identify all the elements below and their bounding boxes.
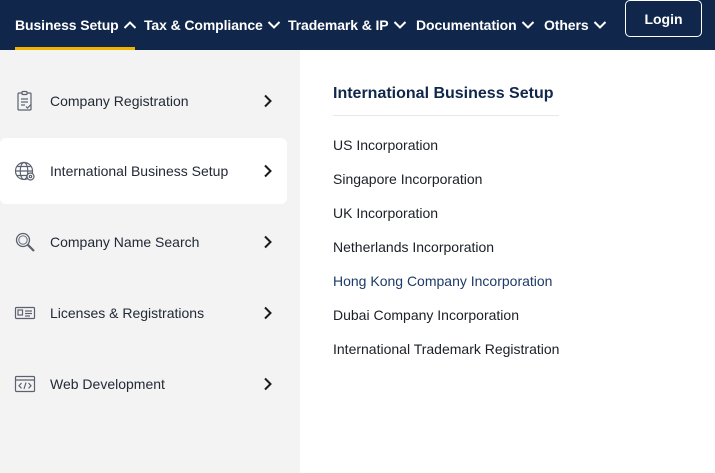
- chevron-right-icon: [262, 377, 274, 391]
- nav-others-label: Others: [544, 17, 589, 33]
- sidebar-item-company-name-search[interactable]: Company Name Search: [0, 209, 287, 275]
- chevron-down-icon: [593, 20, 607, 30]
- nav-documentation[interactable]: Documentation: [416, 0, 535, 50]
- chevron-down-icon: [521, 20, 535, 30]
- chevron-down-icon: [267, 20, 281, 30]
- nav-documentation-label: Documentation: [416, 17, 517, 33]
- link-us-incorporation[interactable]: US Incorporation: [333, 137, 438, 153]
- chevron-right-icon: [262, 235, 274, 249]
- sidebar-item-label: Company Registration: [50, 93, 189, 109]
- document-checklist-icon: [13, 89, 37, 113]
- nav-trademark-ip-label: Trademark & IP: [288, 17, 389, 33]
- nav-trademark-ip[interactable]: Trademark & IP: [288, 0, 407, 50]
- sidebar-item-international-business-setup[interactable]: International Business Setup: [0, 138, 287, 204]
- sidebar-item-web-development[interactable]: Web Development: [0, 351, 287, 417]
- nav-tax-compliance[interactable]: Tax & Compliance: [144, 0, 281, 50]
- nav-business-setup[interactable]: Business Setup: [15, 0, 137, 50]
- magnifier-icon: [13, 230, 37, 254]
- id-card-icon: [13, 301, 37, 325]
- link-international-trademark-registration[interactable]: International Trademark Registration: [333, 341, 559, 357]
- link-netherlands-incorporation[interactable]: Netherlands Incorporation: [333, 239, 494, 255]
- nav-others[interactable]: Others: [544, 0, 607, 50]
- sidebar-item-label: Web Development: [50, 376, 165, 392]
- sidebar-item-label: International Business Setup: [50, 163, 229, 179]
- link-uk-incorporation[interactable]: UK Incorporation: [333, 205, 438, 221]
- link-singapore-incorporation[interactable]: Singapore Incorporation: [333, 171, 482, 187]
- top-navbar: Business Setup Tax & Compliance Trademar…: [0, 0, 715, 50]
- chevron-right-icon: [262, 164, 274, 178]
- submenu-panel: International Business Setup US Incorpor…: [300, 67, 715, 473]
- sidebar-item-licenses-registrations[interactable]: Licenses & Registrations: [0, 280, 287, 346]
- submenu-sidebar: Company Registration International Busin…: [0, 50, 300, 473]
- sidebar-item-label: Licenses & Registrations: [50, 305, 205, 321]
- chevron-up-icon: [123, 20, 137, 30]
- login-button[interactable]: Login: [625, 0, 702, 37]
- panel-title: International Business Setup: [333, 85, 554, 102]
- chevron-down-icon: [393, 20, 407, 30]
- chevron-right-icon: [262, 94, 274, 108]
- globe-icon: [13, 159, 37, 183]
- sidebar-item-label: Company Name Search: [50, 234, 200, 250]
- link-hong-kong-incorporation[interactable]: Hong Kong Company Incorporation: [333, 273, 552, 289]
- sidebar-item-company-registration[interactable]: Company Registration: [0, 68, 287, 134]
- link-dubai-incorporation[interactable]: Dubai Company Incorporation: [333, 307, 519, 323]
- nav-business-setup-label: Business Setup: [15, 17, 119, 33]
- panel-divider: [333, 115, 559, 116]
- nav-tax-compliance-label: Tax & Compliance: [144, 17, 263, 33]
- chevron-right-icon: [262, 306, 274, 320]
- code-window-icon: [13, 372, 37, 396]
